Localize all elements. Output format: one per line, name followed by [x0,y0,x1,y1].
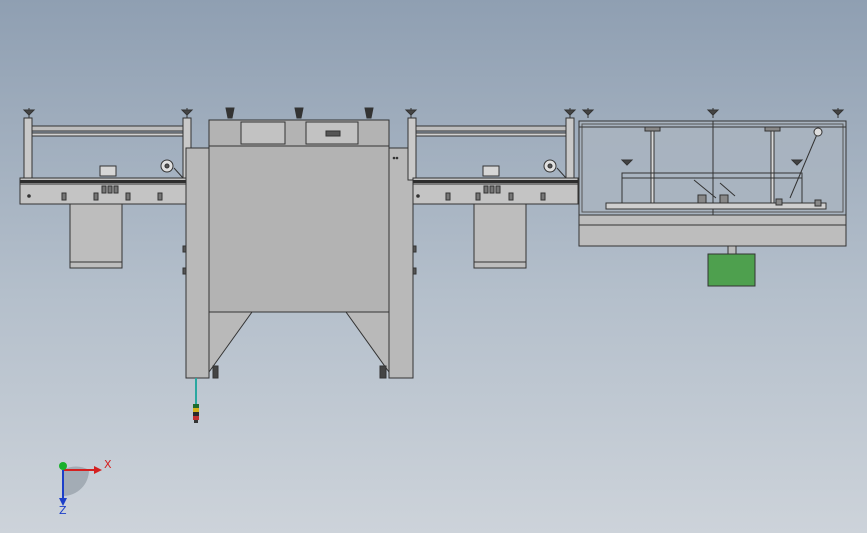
motor-box [707,245,756,287]
leveling-foot-icon [581,108,595,118]
leveling-foot-icon [364,107,374,119]
sensor-stack-icon [193,378,199,423]
left-conveyor-module [19,108,194,269]
leveling-foot-icon [180,108,194,118]
leveling-foot-icon [706,108,720,118]
leveling-foot-icon [294,107,304,119]
leveling-foot-icon [22,108,36,118]
leveling-foot-icon [563,108,577,118]
axis-triad-icon: X Z [59,458,112,517]
right-enclosed-module [578,108,847,247]
x-axis-label: X [104,458,112,471]
leveling-foot-icon [404,108,418,118]
leveling-foot-icon [831,108,845,118]
middle-conveyor-module [404,108,579,269]
cad-viewport[interactable]: X Z [0,0,867,533]
central-station [182,107,417,379]
leveling-foot-icon [225,107,235,119]
z-axis-label: Z [59,504,67,517]
